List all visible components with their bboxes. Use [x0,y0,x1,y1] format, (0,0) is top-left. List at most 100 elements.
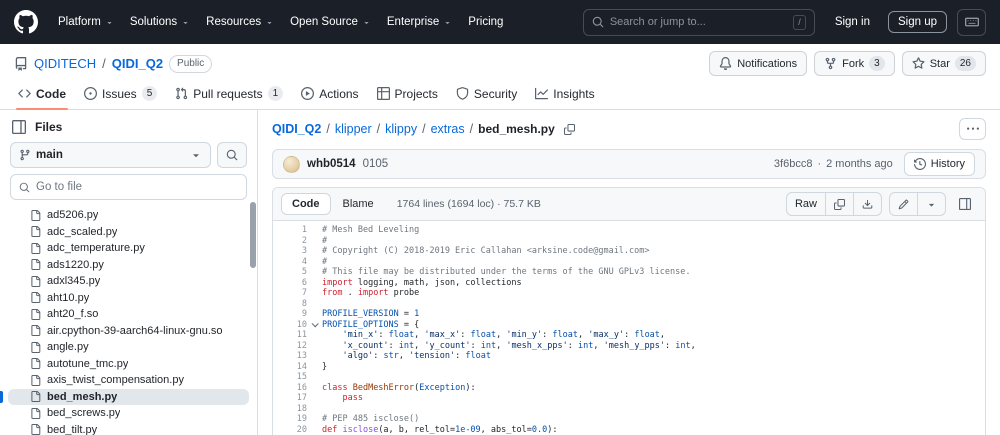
sidebar-scrollbar[interactable] [250,202,256,268]
file-name: aht20_f.so [47,308,98,320]
line-number[interactable]: 20 [273,425,307,435]
top-nav-item-label: Pricing [468,16,503,28]
file-icon [30,292,41,303]
raw-button[interactable]: Raw [787,193,825,215]
breadcrumb-link[interactable]: klipper [335,122,372,136]
line-number[interactable]: 3 [273,246,307,257]
file-tree-item[interactable]: axis_twist_compensation.py [8,372,249,389]
line-number[interactable]: 15 [273,372,307,383]
file-tree-item[interactable]: aht20_f.so [8,306,249,323]
breadcrumb-link[interactable]: extras [431,122,465,136]
file-tree-item[interactable]: aht10.py [8,290,249,307]
copy-file-button[interactable] [825,193,853,215]
commit-message-link[interactable]: 0105 [363,158,389,170]
fold-toggle-icon[interactable] [307,320,322,331]
line-number[interactable]: 19 [273,414,307,425]
symbols-panel-button[interactable] [953,193,977,215]
star-count: 26 [955,56,976,71]
file-tree-item[interactable]: bed_mesh.py [8,389,249,406]
line-number[interactable]: 8 [273,299,307,310]
file-tree-item[interactable]: ads1220.py [8,257,249,274]
top-nav-item[interactable]: Resources [198,16,282,28]
file-meta: 1764 lines (1694 loc) · 75.7 KB [397,198,541,210]
file-tree-item[interactable]: adc_scaled.py [8,224,249,241]
repo-tab[interactable]: Actions [293,81,366,109]
file-icon [30,226,41,237]
search-input[interactable] [610,16,787,28]
tab-blame-view[interactable]: Blame [333,193,384,215]
edit-dropdown-button[interactable] [917,193,945,215]
file-tree-item[interactable]: adc_temperature.py [8,240,249,257]
line-number[interactable]: 16 [273,383,307,394]
breadcrumb-link[interactable]: QIDI_Q2 [272,122,321,136]
file-tree-item[interactable]: bed_screws.py [8,405,249,422]
top-nav-item[interactable]: Platform [50,16,122,28]
repo-tab[interactable]: Insights [527,81,602,109]
repo-tab[interactable]: Projects [369,81,446,109]
repo-tab[interactable]: Issues 5 [76,81,165,109]
line-number[interactable]: 7 [273,288,307,299]
line-number[interactable]: 1 [273,225,307,236]
file-tree-item[interactable]: ad5206.py [8,207,249,224]
copy-path-button[interactable] [560,119,580,139]
line-number[interactable]: 10 [273,320,307,331]
repo-name-link[interactable]: QIDI_Q2 [112,56,163,71]
line-number[interactable]: 17 [273,393,307,404]
download-button[interactable] [853,193,881,215]
code-text: PROFILE_VERSION = 1 [322,309,985,320]
keyboard-icon[interactable] [957,9,986,36]
repo-owner-link[interactable]: QIDITECH [34,56,96,71]
repo-tab[interactable]: Code [10,81,74,109]
star-button[interactable]: Star 26 [902,51,986,76]
github-logo-icon[interactable] [14,10,38,34]
tab-code-view[interactable]: Code [281,193,331,215]
repo-tab-count: 5 [142,86,158,101]
fork-button[interactable]: Fork 3 [814,51,895,76]
notifications-button[interactable]: Notifications [709,51,807,76]
branch-selector[interactable]: main [10,142,211,168]
file-tree-item[interactable]: autotune_tmc.py [8,356,249,373]
file-tree-item[interactable]: bed_tilt.py [8,422,249,435]
global-search[interactable]: / [583,9,815,36]
code-line: 10PROFILE_OPTIONS = { [273,320,985,331]
line-number[interactable]: 13 [273,351,307,362]
file-tree-item[interactable]: adxl345.py [8,273,249,290]
search-this-repo-button[interactable] [217,142,247,168]
history-button[interactable]: History [904,152,975,176]
file-tree-item[interactable]: air.cpython-39-aarch64-linux-gnu.so [8,323,249,340]
top-nav-item[interactable]: Enterprise [379,16,460,28]
code-text: from . import probe [322,288,985,299]
repo-tab[interactable]: Pull requests 1 [167,81,291,109]
line-number[interactable]: 6 [273,278,307,289]
visibility-badge: Public [169,55,212,73]
top-nav-item[interactable]: Open Source [282,16,379,28]
edit-button[interactable] [890,193,917,215]
sign-in-button[interactable]: Sign in [827,16,878,28]
fold-gutter [307,309,322,320]
line-number[interactable]: 12 [273,341,307,352]
code-text: def isclose(a, b, rel_tol=1e-09, abs_tol… [322,425,985,435]
top-nav-item[interactable]: Pricing [460,16,511,28]
line-number[interactable]: 5 [273,267,307,278]
repo-tab[interactable]: Security [448,81,525,109]
line-number[interactable]: 18 [273,404,307,415]
line-number[interactable]: 4 [273,257,307,268]
commit-author-link[interactable]: whb0514 [307,158,356,170]
breadcrumb-link[interactable]: klippy [385,122,417,136]
code-line: 15 [273,372,985,383]
line-number[interactable]: 2 [273,236,307,247]
goto-file-field[interactable] [36,181,238,193]
sign-up-button[interactable]: Sign up [888,11,947,33]
avatar[interactable] [283,156,300,173]
line-number[interactable]: 14 [273,362,307,373]
top-nav-menu: Platform Solutions Resources Open Source… [50,16,511,28]
goto-file-input[interactable] [10,174,247,200]
more-options-button[interactable] [959,118,986,140]
line-number[interactable]: 11 [273,330,307,341]
top-nav-item[interactable]: Solutions [122,16,198,28]
code-text [322,299,985,310]
collapse-file-tree-button[interactable] [12,120,26,134]
commit-sha-link[interactable]: 3f6bcc8 [774,158,813,170]
file-tree-item[interactable]: angle.py [8,339,249,356]
line-number[interactable]: 9 [273,309,307,320]
